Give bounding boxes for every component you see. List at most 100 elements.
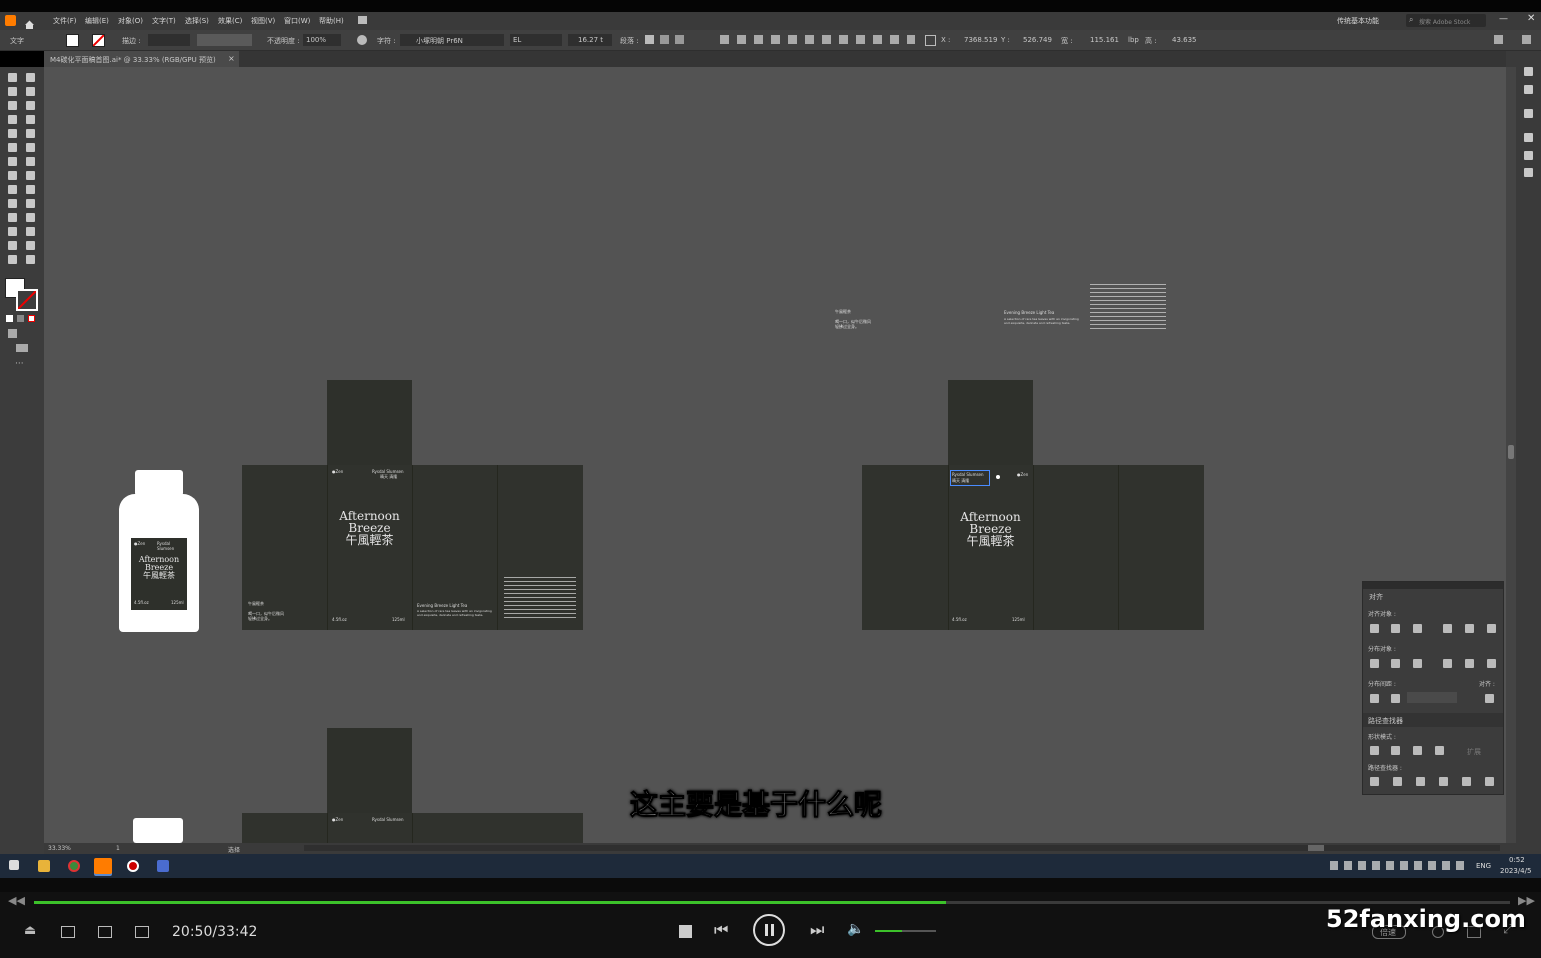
horizontal-scroll-thumb[interactable] (1308, 845, 1324, 851)
distribute-top-icon[interactable] (1370, 659, 1379, 668)
vertical-scrollbar[interactable] (1506, 67, 1516, 843)
color-panel-icon[interactable] (1524, 67, 1533, 76)
align-left-text-icon[interactable] (645, 35, 654, 44)
opacity-field[interactable]: 100% (303, 34, 341, 46)
curvature-tool-icon[interactable] (26, 101, 35, 110)
align-panel-tab[interactable]: 对齐 (1369, 592, 1383, 602)
shape-builder-tool-icon[interactable] (8, 185, 17, 194)
divide-icon[interactable] (1370, 777, 1379, 786)
box-dieline-right[interactable]: Rysdal Slumsen 晴天 清隆 ●Zen Afternoon Bree… (862, 465, 1204, 630)
menu-view[interactable]: 视图(V) (251, 16, 275, 26)
menu-type[interactable]: 文字(T) (152, 16, 176, 26)
font-family-field[interactable]: 小塚明朝 Pr6N (400, 34, 504, 46)
menu-edit[interactable]: 编辑(E) (85, 16, 109, 26)
volume-icon[interactable]: 🔈 (847, 921, 864, 937)
box-lid-flap-bottom[interactable] (327, 728, 412, 814)
bottle-cap-bottom[interactable] (133, 818, 183, 843)
search-stock-field[interactable]: ⌕ 搜索 Adobe Stock (1406, 14, 1486, 27)
loose-side-title[interactable]: 午風輕茶 (835, 309, 851, 314)
loose-nutrition-block[interactable] (1090, 284, 1166, 330)
home-icon[interactable] (24, 15, 35, 29)
input-language[interactable]: ENG (1476, 862, 1491, 870)
box-lid-flap-left[interactable] (327, 380, 412, 466)
previous-icon[interactable]: ⏮ (714, 920, 728, 940)
live-paint-tool-icon[interactable] (26, 185, 35, 194)
variable-width-profile[interactable] (197, 34, 252, 46)
clock-date[interactable]: 2023/4/5 (1500, 867, 1531, 875)
align-vcenter-icon[interactable] (1465, 624, 1474, 633)
box-dieline-bottom[interactable]: ●Zen Rysdal Slumsen (242, 813, 583, 843)
clock-time[interactable]: 0:52 (1509, 856, 1525, 864)
menu-effect[interactable]: 效果(C) (218, 16, 242, 26)
height-value[interactable]: 43.635 (1172, 36, 1197, 44)
app-icon[interactable] (157, 860, 169, 872)
align-left-icon[interactable] (1370, 624, 1379, 633)
draw-mode-icon[interactable] (8, 329, 17, 338)
minimize-icon[interactable]: — (1499, 14, 1508, 24)
eject-icon[interactable]: ⏏ (24, 923, 36, 938)
selection-handle[interactable] (996, 475, 1000, 479)
more-tools-icon[interactable]: ··· (15, 359, 24, 369)
next-icon[interactable]: ⏭ (810, 920, 824, 940)
brushes-panel-icon[interactable] (1524, 109, 1533, 118)
artboard-canvas[interactable]: ●Zen Rysdal Slumsen Afternoon Breeze 午風輕… (44, 67, 1506, 843)
rotate-tool-icon[interactable] (8, 157, 17, 166)
stop-icon[interactable] (679, 925, 692, 938)
align-hcenter-icon[interactable] (1391, 624, 1400, 633)
loose-side-sub2[interactable]: 轻拂过全身。 (835, 324, 859, 329)
gradient-mode-icon[interactable] (17, 315, 24, 322)
layers-panel-icon[interactable] (1524, 133, 1533, 142)
artboards-panel-icon[interactable] (1524, 168, 1533, 177)
column-graph-tool-icon[interactable] (26, 227, 35, 236)
stroke-swatch[interactable] (92, 34, 105, 47)
distribute-vcenter-icon[interactable] (1391, 659, 1400, 668)
menu-object[interactable]: 对象(O) (118, 16, 143, 26)
recolor-icon[interactable] (357, 35, 367, 45)
shaper-tool-icon[interactable] (8, 143, 17, 152)
align-top-icon[interactable] (1443, 624, 1452, 633)
hand-tool-icon[interactable] (8, 255, 17, 264)
vertical-scroll-thumb[interactable] (1508, 445, 1514, 459)
scale-tool-icon[interactable] (26, 157, 35, 166)
slice-tool-icon[interactable] (26, 241, 35, 250)
font-style-field[interactable]: EL (510, 34, 562, 46)
playlist-icon[interactable] (61, 926, 75, 938)
minus-front-icon[interactable] (1391, 746, 1400, 755)
color-mode-icon[interactable] (6, 315, 13, 322)
selected-text-frame[interactable]: Rysdal Slumsen 晴天 清隆 (950, 470, 990, 486)
screenshot-icon[interactable] (98, 926, 112, 938)
width-tool-icon[interactable] (8, 171, 17, 180)
menu-select[interactable]: 选择(S) (185, 16, 209, 26)
font-size-field[interactable]: 16.27 t (568, 34, 612, 46)
loose-desc-text[interactable]: A selection of rare tea leaves with an i… (1004, 317, 1084, 325)
illustrator-icon[interactable] (94, 858, 112, 874)
intersect-icon[interactable] (1413, 746, 1422, 755)
paragraph-label[interactable]: 段落 : (620, 36, 639, 46)
distribute-bottom-icon[interactable] (1413, 659, 1422, 668)
box-lid-flap-right[interactable] (948, 380, 1033, 466)
trim-icon[interactable] (1393, 777, 1402, 786)
close-window-icon[interactable]: ✕ (1527, 13, 1535, 24)
symbol-sprayer-tool-icon[interactable] (8, 227, 17, 236)
character-label[interactable]: 字符 : (377, 36, 396, 46)
y-value[interactable]: 526.749 (1023, 36, 1052, 44)
mesh-tool-icon[interactable] (8, 199, 17, 208)
transform-icon[interactable] (1494, 35, 1503, 44)
artboard-tool-icon[interactable] (8, 241, 17, 250)
arrange-documents-icon[interactable] (358, 16, 367, 24)
pen-tool-icon[interactable] (8, 101, 17, 110)
direct-selection-tool-icon[interactable] (26, 73, 35, 82)
volume-track[interactable] (875, 930, 936, 932)
rectangle-tool-icon[interactable] (8, 129, 17, 138)
spacing-value-field[interactable] (1407, 692, 1457, 703)
distribute-hcenter-icon[interactable] (1465, 659, 1474, 668)
crop-icon[interactable] (1439, 777, 1448, 786)
paintbrush-tool-icon[interactable] (26, 129, 35, 138)
bottle-mockup[interactable]: ●Zen Rysdal Slumsen Afternoon Breeze 午風輕… (119, 470, 199, 632)
free-transform-tool-icon[interactable] (26, 171, 35, 180)
menu-file[interactable]: 文件(F) (53, 16, 77, 26)
lasso-tool-icon[interactable] (26, 87, 35, 96)
align-right-text-icon[interactable] (675, 35, 684, 44)
swatches-panel-icon[interactable] (1524, 85, 1533, 94)
blend-tool-icon[interactable] (26, 213, 35, 222)
